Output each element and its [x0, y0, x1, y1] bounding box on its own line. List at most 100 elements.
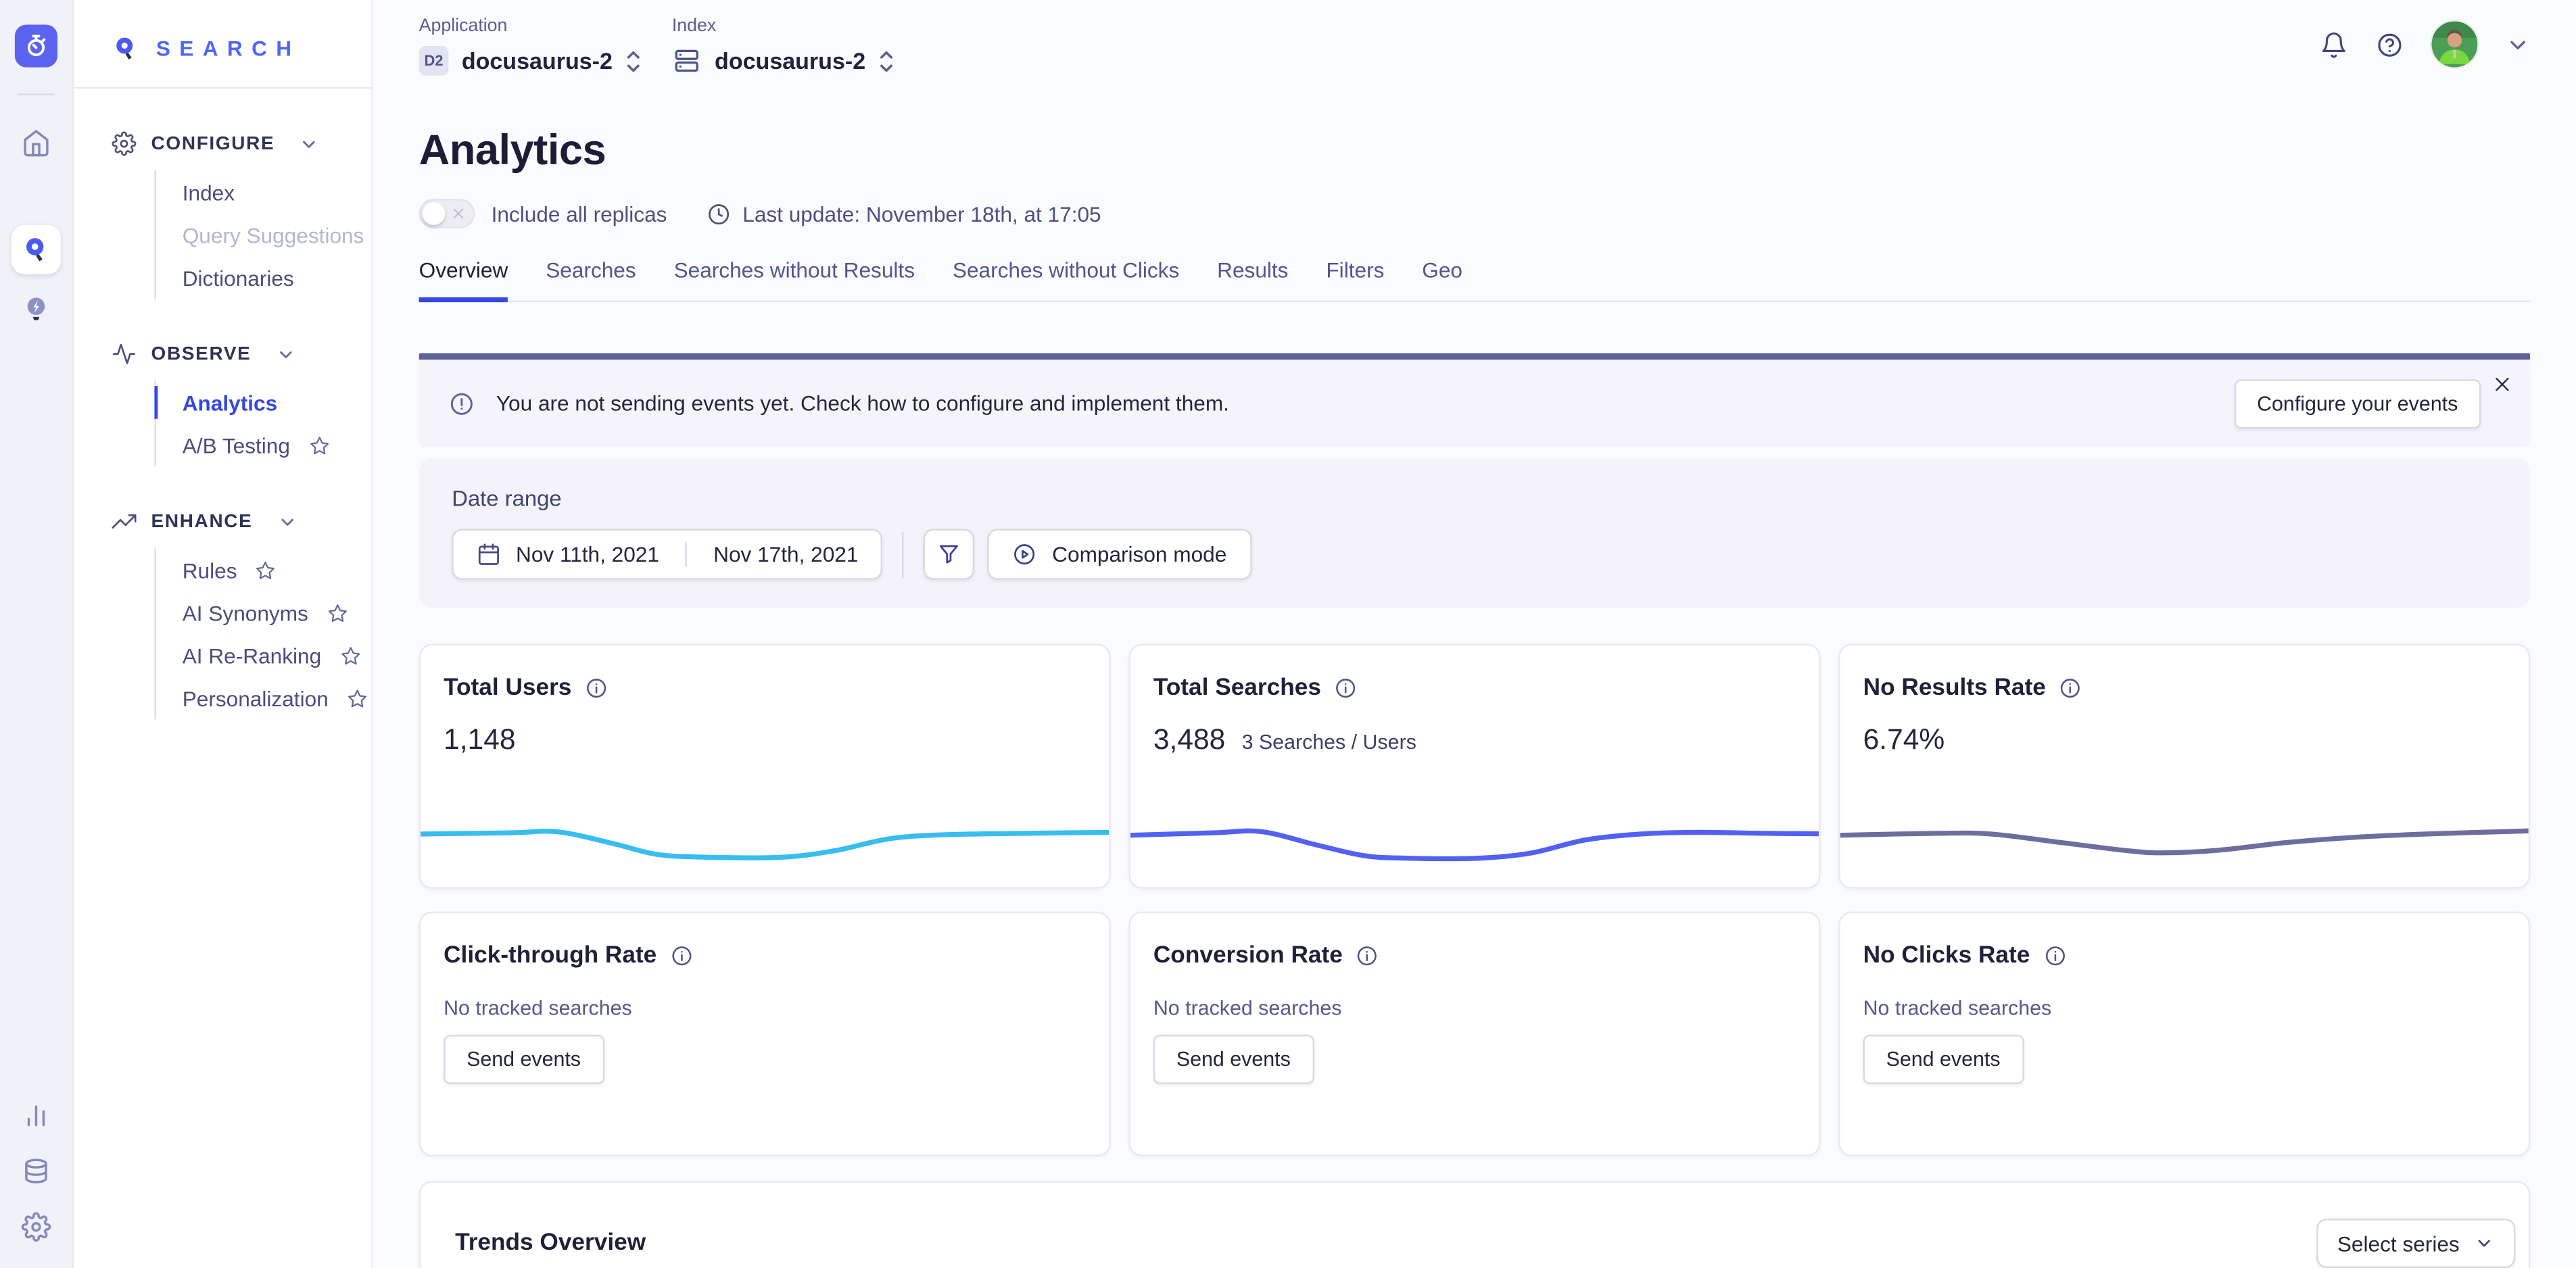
application-name: docusaurus-2: [462, 47, 613, 74]
sorter-icon: [877, 47, 895, 74]
application-badge: D2: [419, 46, 449, 76]
application-dropdown[interactable]: D2 docusaurus-2: [419, 46, 642, 76]
tab-searches-without-results[interactable]: Searches without Results: [674, 258, 915, 301]
toggle-knob: [423, 202, 446, 225]
info-circle-icon[interactable]: [2059, 677, 2082, 700]
configure-events-button[interactable]: Configure your events: [2234, 379, 2481, 428]
usage-button[interactable]: [22, 1100, 51, 1130]
sidebar-group-label: CONFIGURE: [151, 134, 275, 153]
comparison-mode-button[interactable]: Comparison mode: [988, 529, 1251, 579]
tab-filters[interactable]: Filters: [1326, 258, 1384, 301]
star-icon: [308, 435, 330, 456]
sidebar-group-observe-header[interactable]: OBSERVE: [112, 341, 371, 366]
sidebar-group-configure-header[interactable]: CONFIGURE: [112, 131, 371, 155]
search-logo[interactable]: SEARCH: [74, 0, 371, 62]
select-series-button[interactable]: Select series: [2316, 1219, 2515, 1268]
lightbulb-bolt-icon: [22, 294, 51, 324]
home-button[interactable]: [22, 128, 51, 158]
help-circle-icon: [2376, 30, 2404, 58]
main-content: Application D2 docusaurus-2 Index docusa…: [373, 0, 2576, 1268]
stat-value: 1,148: [444, 723, 515, 757]
account-menu-button[interactable]: [2506, 32, 2530, 56]
sidebar: SEARCH CONFIGURE Index Query Suggestions…: [74, 0, 373, 1268]
chevron-down-icon: [2506, 32, 2530, 56]
stat-value: 3,488: [1153, 723, 1225, 757]
card-title: Total Searches: [1153, 675, 1321, 702]
sorter-icon: [624, 47, 642, 74]
gear-icon: [22, 1212, 51, 1242]
tab-geo[interactable]: Geo: [1422, 258, 1462, 301]
date-range-end: Nov 17th, 2021: [713, 542, 858, 566]
sidebar-item-query-suggestions[interactable]: Query Suggestions: [183, 214, 371, 256]
stat-note: 3 Searches / Users: [1242, 731, 1416, 754]
app-logo[interactable]: [15, 24, 57, 67]
info-circle-icon[interactable]: [585, 677, 608, 700]
info-circle-icon[interactable]: [1334, 677, 1357, 700]
sidebar-item-personalization[interactable]: Personalization: [183, 677, 371, 719]
empty-message: No tracked searches: [444, 997, 1086, 1020]
info-circle-icon: [448, 390, 475, 416]
index-dropdown[interactable]: docusaurus-2: [672, 46, 895, 76]
sidebar-item-ab-testing[interactable]: A/B Testing: [183, 424, 371, 466]
sidebar-group-enhance-header[interactable]: ENHANCE: [112, 509, 371, 533]
chevron-down-icon: [300, 134, 319, 153]
total-searches-sparkline: [1130, 802, 1819, 874]
help-button[interactable]: [2376, 30, 2404, 58]
sidebar-item-ai-synonyms[interactable]: AI Synonyms: [183, 591, 371, 634]
search-product-button[interactable]: [11, 225, 61, 274]
tab-overview[interactable]: Overview: [419, 258, 508, 301]
avatar-photo: [2431, 22, 2477, 68]
date-range-divider: [686, 542, 687, 566]
include-replicas-toggle[interactable]: [419, 199, 475, 228]
sidebar-item-index[interactable]: Index: [183, 171, 371, 214]
card-title: No Clicks Rate: [1863, 943, 2030, 969]
sidebar-group-label: ENHANCE: [151, 512, 253, 531]
index-stack-icon: [672, 46, 702, 76]
sidebar-item-analytics[interactable]: Analytics: [183, 381, 371, 424]
date-range-button[interactable]: Nov 11th, 2021 Nov 17th, 2021: [452, 529, 883, 579]
sidebar-item-label: Personalization: [183, 686, 329, 710]
total-users-card: Total Users 1,148: [419, 644, 1111, 889]
tab-searches-without-clicks[interactable]: Searches without Clicks: [953, 258, 1179, 301]
settings-button[interactable]: [22, 1212, 51, 1242]
send-events-button[interactable]: Send events: [1153, 1035, 1314, 1084]
sidebar-item-dictionaries[interactable]: Dictionaries: [183, 256, 371, 299]
search-logo-icon: [112, 34, 139, 62]
sidebar-item-label: Dictionaries: [183, 265, 294, 289]
data-button[interactable]: [22, 1156, 51, 1186]
no-clicks-rate-card: No Clicks Rate No tracked searches Send …: [1838, 912, 2530, 1156]
recommend-product-button[interactable]: [22, 294, 51, 332]
chevron-down-icon: [2475, 1234, 2494, 1253]
sidebar-item-ai-re-ranking[interactable]: AI Re-Ranking: [183, 634, 371, 677]
app-viewport: SEARCH CONFIGURE Index Query Suggestions…: [0, 0, 2576, 1268]
star-icon: [339, 645, 361, 666]
controls-separator: [903, 531, 904, 577]
bell-icon: [2320, 30, 2347, 58]
filter-button[interactable]: [924, 529, 975, 579]
send-events-button[interactable]: Send events: [1863, 1035, 2024, 1084]
tab-results[interactable]: Results: [1217, 258, 1288, 301]
search-icon: [22, 235, 51, 264]
avatar[interactable]: [2431, 22, 2477, 68]
sidebar-item-rules[interactable]: Rules: [183, 549, 371, 591]
info-circle-icon[interactable]: [2043, 944, 2066, 967]
sidebar-group-enhance: ENHANCE Rules AI Synonyms AI Re-Ranking: [112, 509, 371, 719]
index-selector: Index docusaurus-2: [672, 16, 895, 75]
application-selector: Application D2 docusaurus-2: [419, 16, 642, 75]
funnel-filter-icon: [937, 542, 961, 566]
stopwatch-icon: [23, 33, 49, 59]
card-title: Total Users: [444, 675, 571, 702]
info-circle-icon[interactable]: [670, 944, 693, 967]
tab-searches[interactable]: Searches: [546, 258, 636, 301]
topbar-actions: [2320, 22, 2530, 68]
notifications-button[interactable]: [2320, 30, 2347, 58]
rail-divider: [18, 94, 54, 95]
page-title: Analytics: [419, 125, 2531, 176]
toggle-off-x-icon: [450, 205, 467, 222]
info-circle-icon[interactable]: [1356, 944, 1379, 967]
banner-close-button[interactable]: [2492, 374, 2512, 394]
no-results-rate-card: No Results Rate 6.74%: [1838, 644, 2530, 889]
sidebar-divider: [74, 87, 371, 89]
send-events-button[interactable]: Send events: [444, 1035, 604, 1084]
trends-overview-card: Trends Overview Select series: [419, 1181, 2531, 1268]
